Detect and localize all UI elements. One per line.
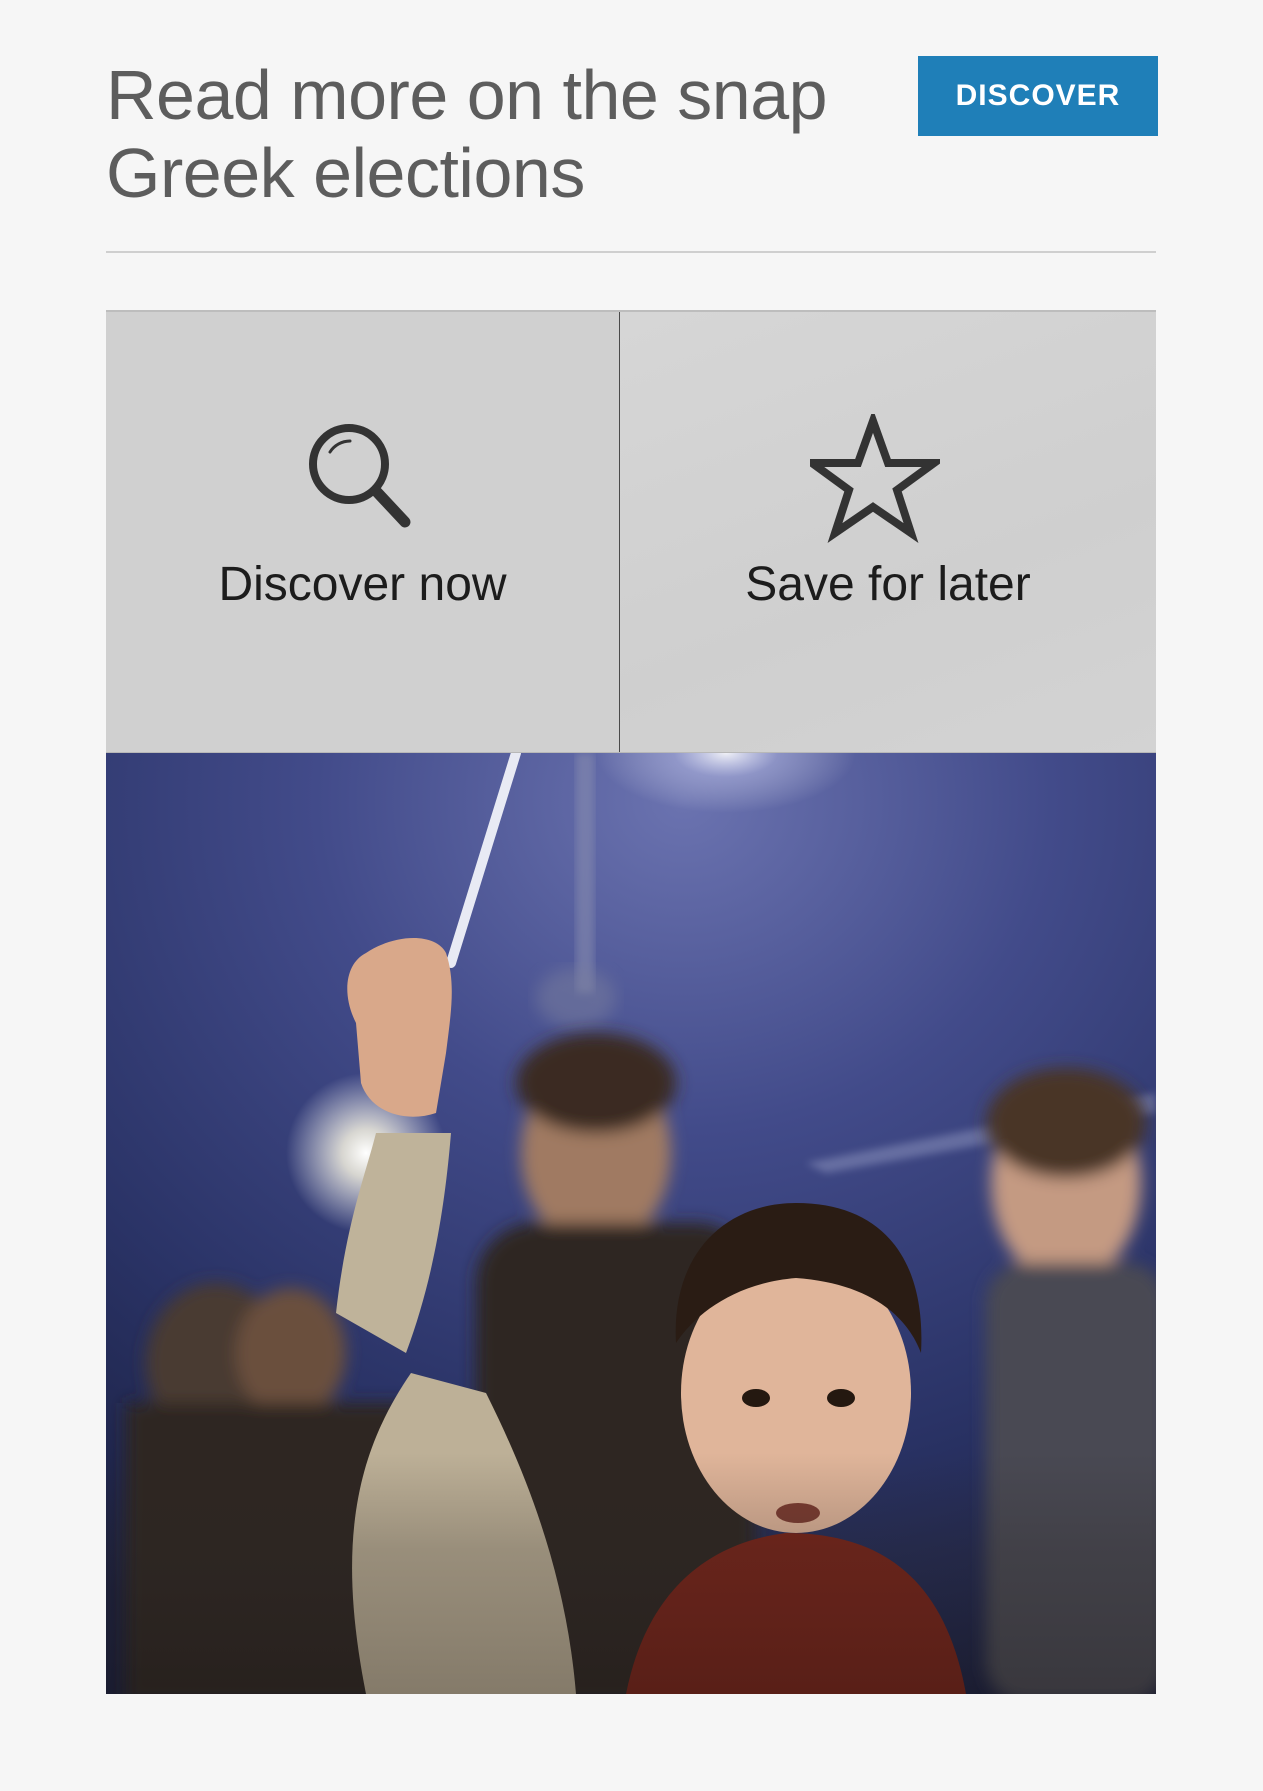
discover-now-label: Discover now (218, 558, 507, 611)
discover-button[interactable]: DISCOVER (918, 56, 1158, 136)
divider (106, 251, 1156, 253)
promo-headline: Read more on the snap Greek elections (106, 56, 828, 212)
search-icon (309, 424, 411, 528)
promo-card: Discover now Save for later (106, 310, 1156, 1694)
save-for-later-label: Save for later (745, 558, 1031, 611)
star-icon (810, 414, 940, 543)
crowd-photo (106, 753, 1156, 1694)
promo-header: Read more on the snap Greek elections DI… (106, 56, 1158, 212)
save-for-later-action[interactable]: Save for later (620, 312, 1156, 752)
action-overlay: Discover now Save for later (106, 310, 1156, 753)
discover-now-action[interactable]: Discover now (106, 312, 620, 752)
